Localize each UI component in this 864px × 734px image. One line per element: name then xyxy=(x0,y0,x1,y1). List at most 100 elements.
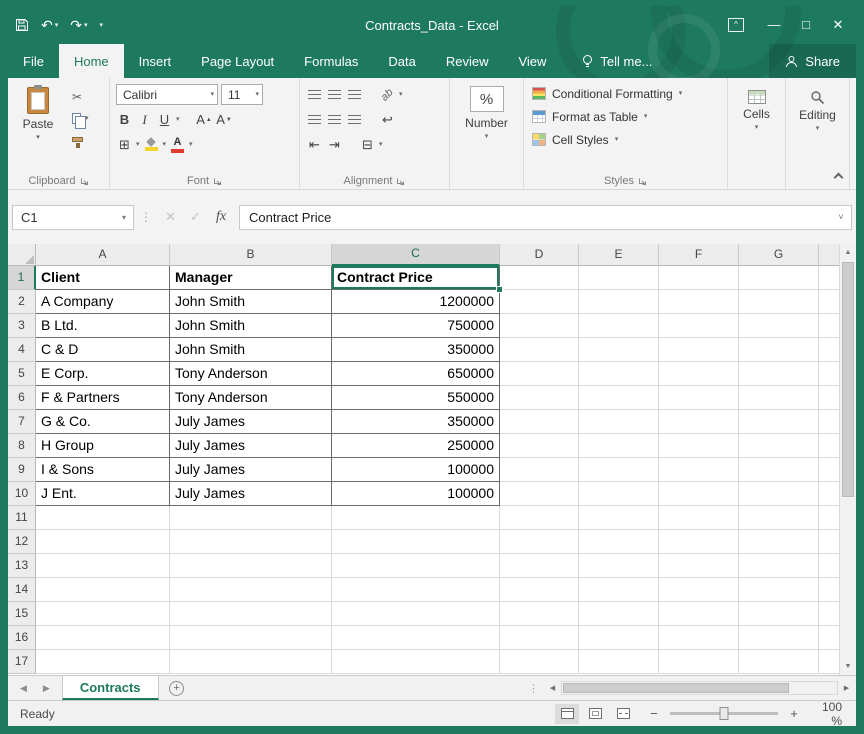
cells-button[interactable]: Cells ▾ xyxy=(734,82,779,131)
cell-F4[interactable] xyxy=(659,338,739,362)
cell-E10[interactable] xyxy=(579,482,659,506)
sheet-tab-contracts[interactable]: Contracts xyxy=(62,676,159,700)
cell-F17[interactable] xyxy=(659,650,739,674)
cell-A3[interactable]: B Ltd. xyxy=(36,314,170,338)
cell-E6[interactable] xyxy=(579,386,659,410)
row-header-11[interactable]: 11 xyxy=(8,506,36,530)
cell-C16[interactable] xyxy=(332,626,500,650)
ribbon-display-options-button[interactable]: ^ xyxy=(728,18,744,32)
cell-G4[interactable] xyxy=(739,338,819,362)
cell-B17[interactable] xyxy=(170,650,332,674)
cell-B16[interactable] xyxy=(170,626,332,650)
cell-D6[interactable] xyxy=(500,386,579,410)
zoom-level[interactable]: 100 % xyxy=(810,700,856,728)
cell-E15[interactable] xyxy=(579,602,659,626)
page-layout-view-button[interactable] xyxy=(583,704,607,724)
copy-button[interactable]: ▾ xyxy=(72,111,89,125)
redo-button[interactable]: ↷▾ xyxy=(65,18,92,32)
cell-C17[interactable] xyxy=(332,650,500,674)
decrease-font-size-button[interactable]: A▼ xyxy=(216,110,233,129)
cell-F13[interactable] xyxy=(659,554,739,578)
insert-function-button[interactable]: fx xyxy=(208,209,234,225)
dialog-launcher-icon[interactable] xyxy=(213,177,222,186)
column-header-A[interactable]: A xyxy=(36,244,170,266)
cell-D16[interactable] xyxy=(500,626,579,650)
column-header-G[interactable]: G xyxy=(739,244,819,266)
vertical-scroll-thumb[interactable] xyxy=(842,262,854,497)
tab-file[interactable]: File xyxy=(8,44,59,78)
cell-G11[interactable] xyxy=(739,506,819,530)
align-bottom-button[interactable] xyxy=(346,85,363,104)
cell-B9[interactable]: July James xyxy=(170,458,332,482)
cell-E1[interactable] xyxy=(579,266,659,290)
cell-D13[interactable] xyxy=(500,554,579,578)
row-header-10[interactable]: 10 xyxy=(8,482,36,506)
cell-C10[interactable]: 100000 xyxy=(332,482,500,506)
cell-E16[interactable] xyxy=(579,626,659,650)
cell-C15[interactable] xyxy=(332,602,500,626)
cell-A8[interactable]: H Group xyxy=(36,434,170,458)
dialog-launcher-icon[interactable] xyxy=(396,177,405,186)
collapse-ribbon-button[interactable] xyxy=(830,170,846,184)
tab-view[interactable]: View xyxy=(503,44,561,78)
underline-button[interactable]: U xyxy=(156,110,173,129)
cell-D7[interactable] xyxy=(500,410,579,434)
cell-B2[interactable]: John Smith xyxy=(170,290,332,314)
editing-button[interactable]: Editing ▾ xyxy=(792,82,843,132)
cell-G14[interactable] xyxy=(739,578,819,602)
cell-G8[interactable] xyxy=(739,434,819,458)
cell-E3[interactable] xyxy=(579,314,659,338)
cell-F10[interactable] xyxy=(659,482,739,506)
customize-quick-access-button[interactable]: ▾ xyxy=(95,22,109,29)
tell-me-box[interactable]: Tell me... xyxy=(581,44,652,78)
cell-E12[interactable] xyxy=(579,530,659,554)
cell-E4[interactable] xyxy=(579,338,659,362)
row-header-12[interactable]: 12 xyxy=(8,530,36,554)
cell-C3[interactable]: 750000 xyxy=(332,314,500,338)
cell-C4[interactable]: 350000 xyxy=(332,338,500,362)
align-center-button[interactable] xyxy=(326,110,343,129)
decrease-indent-button[interactable]: ⇤ xyxy=(306,135,323,154)
dialog-launcher-icon[interactable] xyxy=(638,177,647,186)
cell-B6[interactable]: Tony Anderson xyxy=(170,386,332,410)
cell-F8[interactable] xyxy=(659,434,739,458)
font-color-button[interactable]: A xyxy=(169,135,186,154)
cell-F5[interactable] xyxy=(659,362,739,386)
increase-indent-button[interactable]: ⇥ xyxy=(326,135,343,154)
cell-B15[interactable] xyxy=(170,602,332,626)
cell-E8[interactable] xyxy=(579,434,659,458)
formula-input[interactable]: Contract Price ˅ xyxy=(239,205,852,230)
cell-G5[interactable] xyxy=(739,362,819,386)
cell-C8[interactable]: 250000 xyxy=(332,434,500,458)
cell-D4[interactable] xyxy=(500,338,579,362)
column-header-D[interactable]: D xyxy=(500,244,579,266)
format-painter-button[interactable] xyxy=(72,132,89,146)
cell-E11[interactable] xyxy=(579,506,659,530)
tab-page-layout[interactable]: Page Layout xyxy=(186,44,289,78)
cell-D5[interactable] xyxy=(500,362,579,386)
scroll-up-button[interactable]: ▲ xyxy=(840,244,856,261)
tab-data[interactable]: Data xyxy=(373,44,430,78)
minimize-button[interactable]: — xyxy=(758,6,790,44)
zoom-slider-handle[interactable] xyxy=(720,707,729,720)
cell-F11[interactable] xyxy=(659,506,739,530)
cell-D8[interactable] xyxy=(500,434,579,458)
cell-C12[interactable] xyxy=(332,530,500,554)
cell-F6[interactable] xyxy=(659,386,739,410)
cell-A12[interactable] xyxy=(36,530,170,554)
formula-bar-handle[interactable]: ⋮ xyxy=(140,210,152,224)
cell-F9[interactable] xyxy=(659,458,739,482)
cell-A13[interactable] xyxy=(36,554,170,578)
cancel-entry-button[interactable]: ✕ xyxy=(158,209,183,225)
row-header-4[interactable]: 4 xyxy=(8,338,36,362)
cell-C13[interactable] xyxy=(332,554,500,578)
row-header-3[interactable]: 3 xyxy=(8,314,36,338)
cell-F7[interactable] xyxy=(659,410,739,434)
new-sheet-button[interactable]: + xyxy=(159,676,195,700)
expand-formula-bar-button[interactable]: ˅ xyxy=(831,212,851,222)
column-header-B[interactable]: B xyxy=(170,244,332,266)
fill-color-button[interactable] xyxy=(143,135,160,154)
row-header-1[interactable]: 1 xyxy=(8,266,36,290)
cell-E5[interactable] xyxy=(579,362,659,386)
cell-B1[interactable]: Manager xyxy=(170,266,332,290)
